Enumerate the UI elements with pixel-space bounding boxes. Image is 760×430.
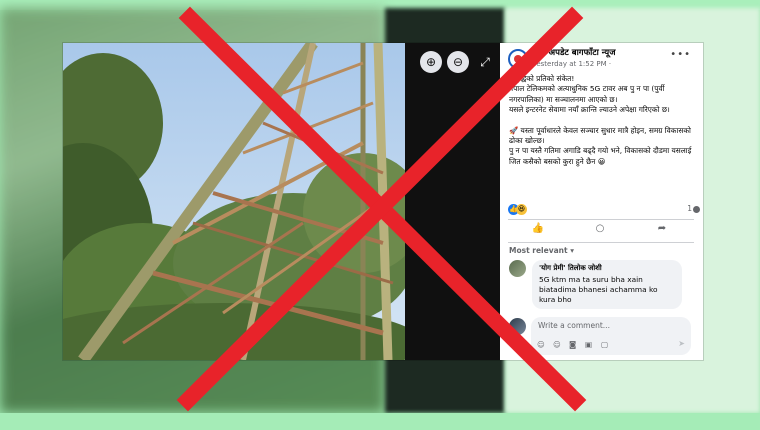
comment-bubble: 'योग प्रेमी' तिलोक जोशी 5G ktm ma ta sur… (532, 260, 682, 309)
comment-author[interactable]: 'योग प्रेमी' तिलोक जोशी (539, 264, 675, 273)
post-timestamp[interactable]: Yesterday at 1:52 PM · (533, 60, 611, 68)
divider (508, 242, 694, 243)
write-comment-row: ☺ ☺ ◙ ▣ ▢ ➤ (509, 317, 699, 357)
emoji-icon[interactable]: ☺ (553, 340, 561, 349)
commenter-avatar[interactable] (509, 260, 526, 277)
post-line: समृद्धिको प्रतिको संकेत! (509, 74, 575, 83)
divider (508, 219, 694, 220)
action-bar: 👍 ○ ➦ (508, 221, 694, 241)
haha-reaction-icon: 😆 (516, 204, 527, 215)
comment-tools: ☺ ☺ ◙ ▣ ▢ (537, 340, 687, 350)
post-line: 🚀 यस्ता पूर्वाधारले केवल सञ्चार सुधार मा… (509, 125, 691, 146)
photo-viewer: ⊕ ⊖ ⤢ (63, 43, 500, 360)
zoom-out-icon[interactable]: ⊖ (447, 51, 469, 73)
post-panel: मेची अपडेट बागफाँटा न्यूज Yesterday at 1… (500, 43, 703, 360)
comment-count[interactable]: 1 (687, 204, 692, 213)
comment-input[interactable] (538, 321, 678, 330)
post-line: पु न पा यस्तै गतिमा अगाडि बढ्दै गयो भने,… (509, 146, 692, 166)
sticker-icon[interactable]: ▢ (601, 340, 608, 349)
comment-sort-dropdown[interactable]: Most relevant ▾ (509, 246, 574, 255)
send-icon[interactable]: ➤ (678, 339, 685, 348)
expand-icon[interactable]: ⤢ (474, 51, 496, 73)
zoom-in-icon[interactable]: ⊕ (420, 51, 442, 73)
share-icon[interactable]: ➦ (652, 223, 672, 239)
current-user-avatar (509, 318, 526, 335)
tower-photo[interactable] (63, 43, 405, 360)
comment-text: 5G ktm ma ta suru bha xain biatadima bha… (539, 275, 658, 304)
comment-count-icon (693, 206, 700, 213)
avatar-sticker-icon[interactable]: ☺ (537, 340, 545, 349)
background-bottom-band (0, 413, 760, 430)
comment-box[interactable]: ☺ ☺ ◙ ▣ ▢ ➤ (531, 317, 691, 355)
post-line: नेपाल टेलिकमको अत्याधुनिक 5G टावर अब पु … (509, 84, 665, 104)
reactions-bar[interactable]: 👍 😆 1 (508, 203, 700, 217)
post-line: यसले इन्टरनेट सेवामा नयाँ क्रान्ति ल्याउ… (509, 105, 670, 115)
page-name[interactable]: मेची अपडेट बागफाँटा न्यूज (533, 47, 616, 58)
bamboo-tower-image (63, 43, 405, 360)
comment-item: 'योग प्रेमी' तिलोक जोशी 5G ktm ma ta sur… (509, 260, 699, 310)
gif-icon[interactable]: ▣ (585, 340, 592, 349)
post-header: मेची अपडेट बागफाँटा न्यूज Yesterday at 1… (500, 43, 703, 73)
facebook-post-card: ⊕ ⊖ ⤢ मेची अपडेट बागफाँटा न्यूज Yesterda… (63, 43, 703, 360)
page-avatar[interactable] (508, 49, 528, 69)
post-text: समृद्धिको प्रतिको संकेत! नेपाल टेलिकमको … (509, 74, 697, 167)
like-icon[interactable]: 👍 (528, 223, 548, 239)
comment-icon[interactable]: ○ (590, 223, 610, 239)
camera-icon[interactable]: ◙ (569, 340, 576, 349)
more-options-icon[interactable]: ••• (670, 49, 691, 60)
